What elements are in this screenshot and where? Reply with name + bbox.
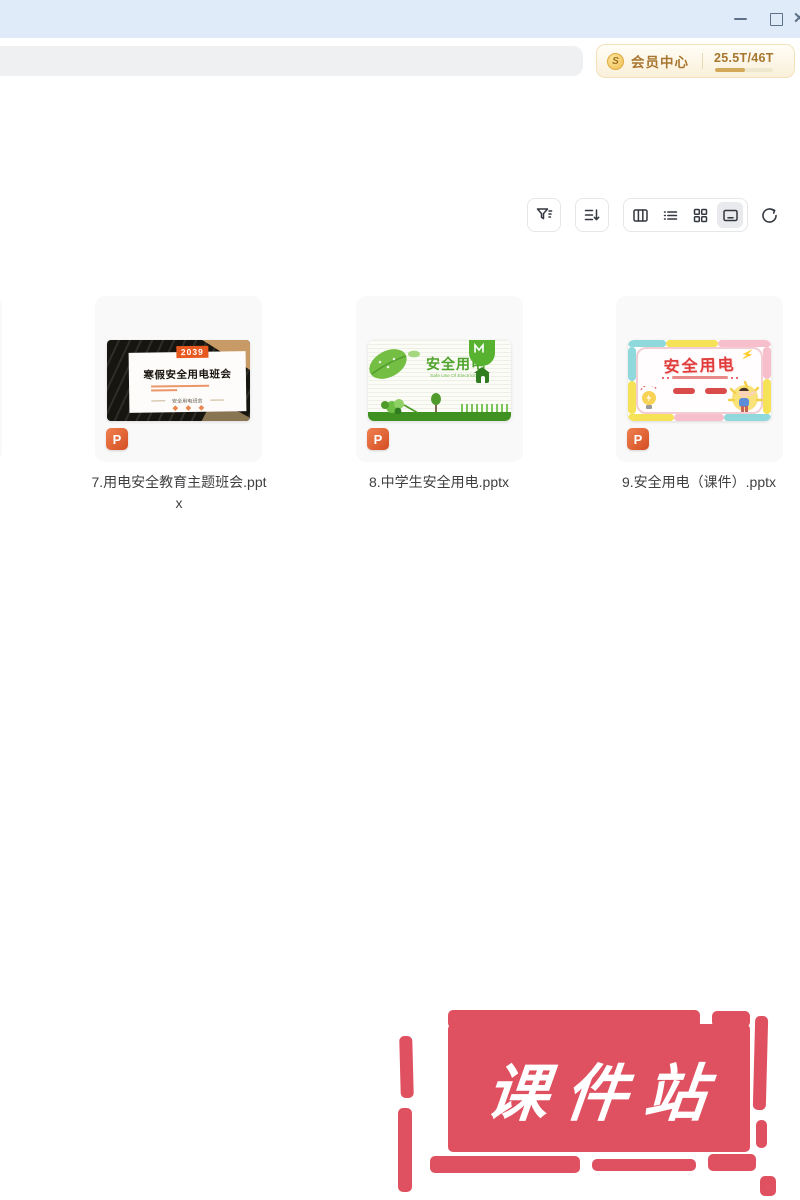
column-view-button[interactable] — [628, 202, 654, 228]
frame-patch — [674, 414, 724, 421]
filter-button[interactable] — [527, 198, 561, 232]
slide-year-badge: 2039 — [176, 346, 209, 358]
slide-subtitle-row — [628, 376, 771, 379]
storage-progressbar — [715, 68, 773, 72]
watermark-text: 课件站 — [469, 1043, 729, 1133]
grid-view-button[interactable] — [687, 202, 713, 228]
powerpoint-file-icon: P — [367, 428, 389, 450]
list-view-button[interactable] — [658, 202, 684, 228]
house-illustration — [476, 372, 489, 383]
minimize-button[interactable] — [729, 8, 751, 30]
leaf-illustration — [368, 342, 424, 390]
refresh-icon — [760, 206, 779, 225]
frame-patch — [628, 414, 674, 421]
frame-patch — [628, 340, 666, 347]
frame-patch — [628, 381, 636, 414]
stamp-frame-segment — [753, 1016, 768, 1110]
search-input[interactable] — [0, 46, 583, 76]
window-titlebar: ✕ — [0, 0, 800, 38]
bulb-illustration — [469, 340, 495, 366]
file-card[interactable]: 安全用电 Safe Use Of Electricity P — [356, 296, 523, 462]
file-name[interactable]: 9.安全用电（课件）.pptx — [569, 472, 800, 493]
slide-title: 寒假安全用电班会 — [129, 366, 246, 383]
file-card-partial[interactable] — [0, 296, 2, 462]
divider — [152, 400, 166, 401]
member-center-badge[interactable]: S 会员中心 25.5T/46T — [596, 44, 795, 78]
storage-indicator: 25.5T/46T — [714, 51, 774, 72]
list-view-icon — [662, 207, 679, 224]
garden-illustration — [368, 391, 511, 421]
file-thumbnail: 2039 寒假安全用电班会 安全用电班会 — [107, 340, 250, 421]
member-center-label: 会员中心 — [631, 51, 689, 71]
file-name[interactable]: 7.用电安全教育主题班会.pptx — [90, 472, 268, 514]
sort-button[interactable] — [575, 198, 609, 232]
slide-icon-row — [129, 405, 246, 411]
maximize-icon — [770, 13, 783, 26]
minimize-icon — [734, 18, 747, 20]
large-icon-view-icon — [722, 207, 739, 224]
stamp-frame-segment — [398, 1108, 412, 1192]
stamp-frame-segment — [756, 1120, 767, 1148]
slide-panel: 2039 寒假安全用电班会 安全用电班会 — [129, 351, 247, 413]
slide-footer-text: 安全用电班会 — [172, 396, 203, 404]
view-mode-switcher — [623, 198, 748, 232]
maximize-button[interactable] — [765, 8, 787, 30]
powerpoint-file-icon: P — [106, 428, 128, 450]
powerpoint-file-icon: P — [627, 428, 649, 450]
stamp-frame-segment — [592, 1159, 696, 1171]
close-button[interactable]: ✕ — [793, 9, 800, 27]
sort-icon — [583, 206, 601, 224]
stamp-frame-segment — [708, 1154, 756, 1171]
file-card[interactable]: 安全用电 ⚡ — [616, 296, 783, 462]
stamp-frame-segment — [399, 1036, 414, 1098]
stamp-body: 课件站 — [448, 1024, 750, 1152]
frame-patch — [718, 340, 771, 347]
storage-text: 25.5T/46T — [714, 51, 774, 65]
app-window: ✕ S 会员中心 25.5T/46T — [0, 0, 800, 1200]
refresh-button[interactable] — [758, 204, 780, 226]
slide-subtitle: Safe Use Of Electricity — [430, 374, 478, 379]
grid-view-icon — [692, 207, 709, 224]
kid-illustration — [725, 380, 765, 419]
stamp-frame-segment — [760, 1176, 776, 1196]
large-icon-view-button[interactable] — [717, 202, 743, 228]
file-thumbnail: 安全用电 Safe Use Of Electricity — [368, 340, 511, 421]
divider — [702, 53, 703, 69]
coin-icon: S — [607, 53, 624, 70]
file-thumbnail: 安全用电 ⚡ — [628, 340, 771, 421]
filter-icon — [535, 206, 553, 224]
divider — [210, 399, 224, 400]
storage-progress-fill — [715, 68, 745, 72]
file-card[interactable]: 2039 寒假安全用电班会 安全用电班会 P — [95, 296, 262, 462]
bulb-illustration — [638, 386, 660, 415]
slide-subtitle-line — [151, 389, 177, 391]
frame-patch — [666, 340, 718, 347]
stamp-frame-segment — [430, 1156, 580, 1173]
file-name[interactable]: 8.中学生安全用电.pptx — [309, 472, 569, 493]
slide-subtitle-line — [151, 385, 209, 388]
column-view-icon — [632, 207, 649, 224]
